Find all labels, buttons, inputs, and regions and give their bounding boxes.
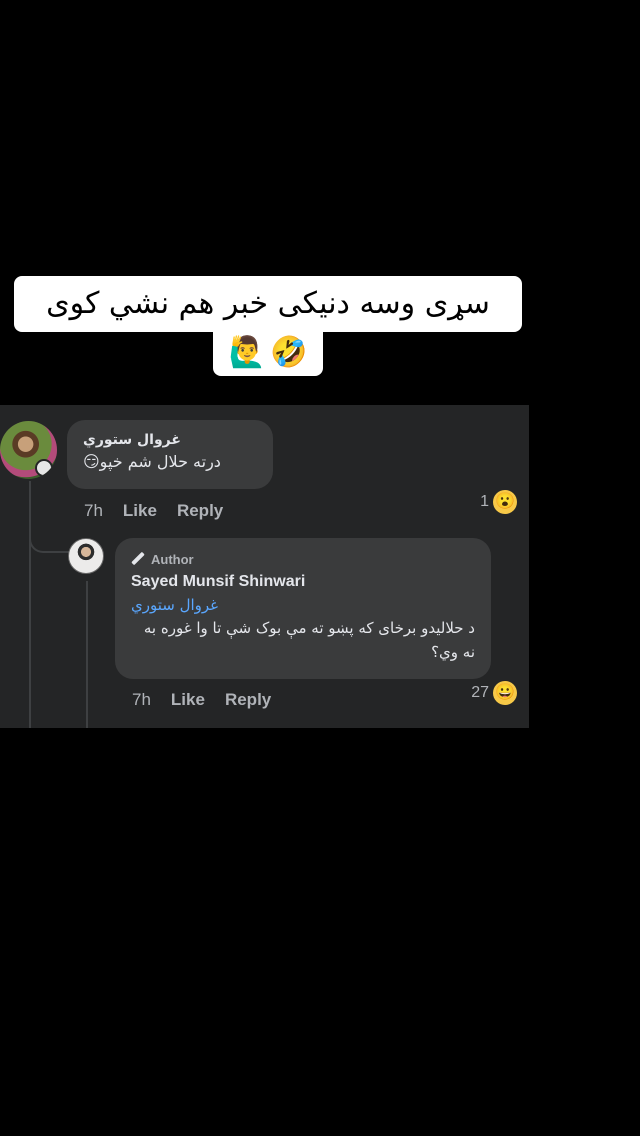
reply-actions: 7h Like Reply [132, 690, 271, 710]
thread-connector [29, 523, 69, 553]
caption-text: سړی وسه دنیکی خبر هم نشي کوی [14, 276, 522, 332]
reply-text: د حلالیدو برخای که پښو ته مې بوک شې تا و… [143, 619, 475, 661]
avatar[interactable] [68, 538, 104, 574]
avatar[interactable] [0, 421, 57, 479]
mention-link[interactable]: غروال ستوري [131, 594, 475, 616]
reply-bubble[interactable]: Author Sayed Munsif Shinwari غروال ستوري… [115, 538, 491, 679]
thread-line [86, 581, 88, 728]
reaction-summary[interactable]: 27 😀 [471, 681, 517, 705]
person-raising-hand-emoji: 🙋‍♂️ [228, 335, 266, 370]
comment-author[interactable]: غروال ستوري [83, 430, 257, 450]
comment-time[interactable]: 7h [84, 501, 103, 521]
reaction-count: 27 [471, 684, 489, 701]
reply-time[interactable]: 7h [132, 690, 151, 710]
comment-bubble[interactable]: غروال ستوري درته حلال شم خپو😏 [67, 420, 273, 489]
like-button[interactable]: Like [171, 690, 205, 710]
reply-button[interactable]: Reply [177, 501, 223, 521]
comment-actions: 7h Like Reply [84, 501, 223, 521]
author-badge-label: Author [151, 551, 194, 567]
reaction-summary[interactable]: 1 😮 [480, 490, 517, 514]
author-badge: Author [131, 550, 475, 568]
reaction-count: 1 [480, 493, 489, 510]
grinning-reaction-icon: 😀 [493, 681, 517, 705]
comment-panel: غروال ستوري درته حلال شم خپو😏 7h Like Re… [0, 405, 529, 728]
caption-emoji-row: 🙋‍♂️ 🤣 [213, 330, 323, 376]
reply-button[interactable]: Reply [225, 690, 271, 710]
wow-reaction-icon: 😮 [493, 490, 517, 514]
thread-line [29, 481, 31, 728]
pen-icon [131, 552, 145, 566]
video-frame: سړی وسه دنیکی خبر هم نشي کوی 🙋‍♂️ 🤣 غروا… [0, 0, 640, 1136]
comment-text: درته حلال شم خپو😏 [83, 452, 221, 471]
rolling-laughing-emoji: 🤣 [270, 335, 308, 370]
reply-author[interactable]: Sayed Munsif Shinwari [131, 570, 475, 594]
status-badge [35, 459, 53, 477]
like-button[interactable]: Like [123, 501, 157, 521]
